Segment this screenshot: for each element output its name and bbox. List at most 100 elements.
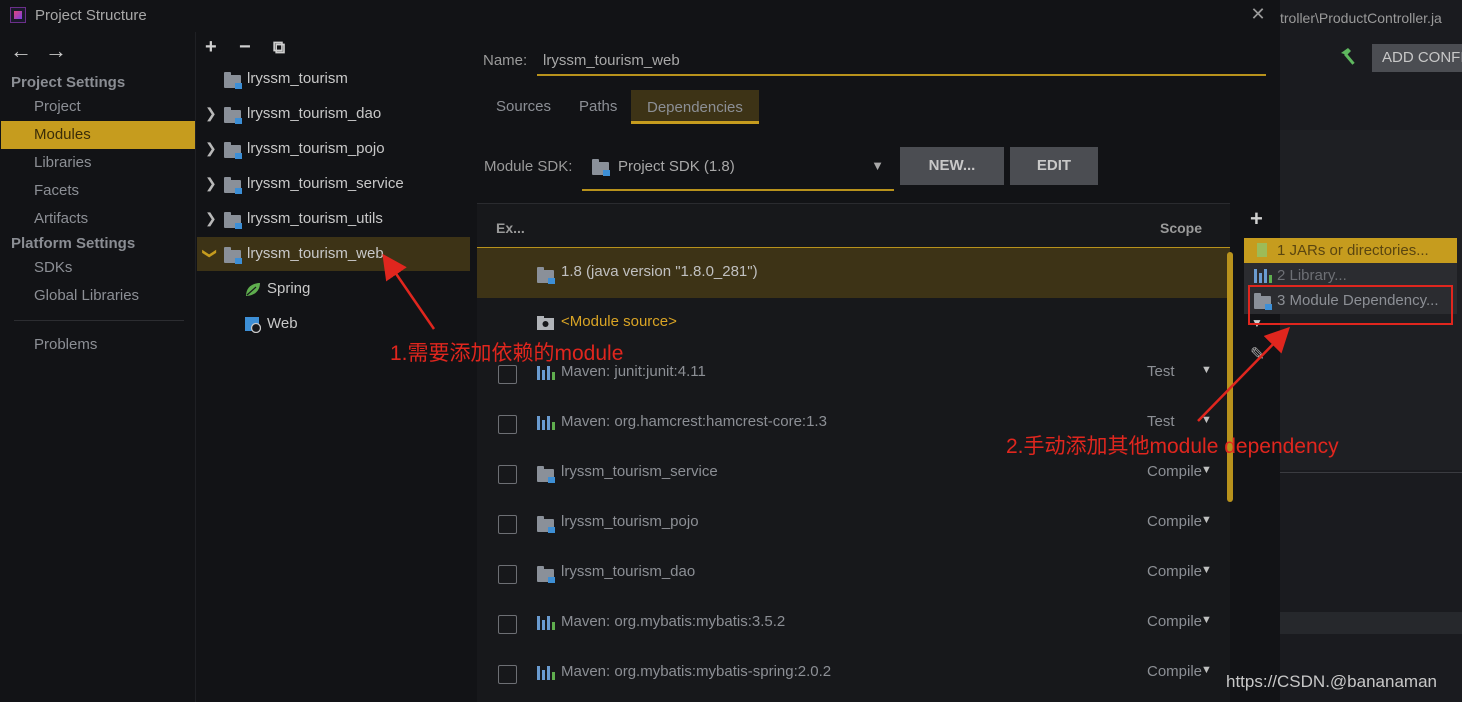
table-row[interactable]: lryssm_tourism_dao Compile ▼ (477, 548, 1230, 598)
export-checkbox[interactable] (498, 515, 517, 534)
tree-item-spring[interactable]: Spring (196, 272, 471, 306)
add-dependency-icon[interactable]: + (1250, 206, 1263, 232)
module-sdk-dropdown[interactable]: Project SDK (1.8) ▼ (582, 146, 894, 191)
tree-item-lryssm-tourism-pojo[interactable]: ❯ lryssm_tourism_pojo (196, 132, 471, 166)
table-row[interactable]: 1.8 (java version "1.8.0_281") (477, 248, 1230, 298)
dependency-label: lryssm_tourism_pojo (561, 513, 699, 530)
tree-item-lryssm-tourism[interactable]: lryssm_tourism (196, 62, 471, 96)
module-folder-icon (224, 212, 242, 229)
table-row[interactable]: lryssm_tourism_pojo Compile ▼ (477, 498, 1230, 548)
library-bars-icon (537, 366, 555, 380)
platform-settings-heading: Platform Settings (11, 235, 136, 252)
nav-item-sdks[interactable]: SDKs (34, 259, 72, 276)
scope-value[interactable]: Test (1147, 363, 1175, 380)
chevron-right-icon[interactable]: ❯ (205, 210, 217, 227)
module-folder-icon (224, 107, 242, 124)
copy-module-icon[interactable]: ⧉ (273, 38, 285, 58)
nav-item-modules[interactable]: Modules (1, 121, 195, 149)
edit-dependency-icon[interactable]: ✎ (1250, 344, 1265, 365)
nav-item-artifacts[interactable]: Artifacts (34, 210, 88, 227)
sdk-value: Project SDK (1.8) (618, 158, 735, 175)
module-name-value: lryssm_tourism_web (543, 52, 680, 69)
scope-value[interactable]: Compile (1147, 663, 1202, 680)
nav-item-libraries[interactable]: Libraries (34, 154, 92, 171)
column-header-export[interactable]: Ex... (496, 220, 525, 236)
scope-value[interactable]: Compile (1147, 513, 1202, 530)
watermark: https://CSDN.@bananaman (1226, 672, 1437, 691)
export-checkbox[interactable] (498, 615, 517, 634)
scope-dropdown-icon[interactable]: ▼ (1201, 464, 1212, 476)
dependency-label: Maven: org.mybatis:mybatis-spring:2.0.2 (561, 663, 832, 680)
tree-item-lryssm-tourism-web[interactable]: ❯ lryssm_tourism_web (196, 237, 471, 271)
scope-dropdown-icon[interactable]: ▼ (1201, 664, 1212, 676)
column-header-scope[interactable]: Scope (1160, 220, 1202, 236)
back-arrow-icon[interactable]: ← (10, 38, 32, 64)
close-icon[interactable]: ✕ (1248, 4, 1268, 25)
project-structure-dialog: Project Structure ✕ ← → Project Settings… (0, 0, 1280, 702)
table-row[interactable]: Maven: org.mybatis:mybatis:3.5.2 Compile… (477, 598, 1230, 648)
tree-item-lryssm-tourism-service[interactable]: ❯ lryssm_tourism_service (196, 167, 471, 201)
tree-item-label: Spring (267, 280, 311, 297)
chevron-down-icon[interactable]: ❯ (201, 248, 218, 260)
scope-value[interactable]: Compile (1147, 563, 1202, 580)
library-bars-icon (537, 666, 555, 680)
sdk-folder-icon (592, 159, 610, 176)
chevron-right-icon[interactable]: ❯ (205, 140, 217, 157)
nav-divider (14, 320, 184, 321)
chevron-right-icon[interactable]: ❯ (205, 175, 217, 192)
tab-sources[interactable]: Sources (496, 98, 551, 115)
scope-value[interactable]: Compile (1147, 613, 1202, 630)
tree-item-label: lryssm_tourism (247, 70, 348, 87)
table-scrollbar[interactable] (1227, 252, 1233, 502)
editor-file-path: troller\ProductController.ja (1280, 10, 1442, 26)
tree-item-web[interactable]: Web (196, 307, 471, 341)
export-checkbox[interactable] (498, 415, 517, 434)
tree-item-label: Web (267, 315, 298, 332)
dependency-label: 1.8 (java version "1.8.0_281") (561, 263, 758, 280)
nav-item-problems[interactable]: Problems (34, 336, 97, 353)
export-checkbox[interactable] (498, 465, 517, 484)
export-checkbox[interactable] (498, 565, 517, 584)
add-configuration-button[interactable]: ADD CONFI (1372, 44, 1462, 72)
tree-item-label: lryssm_tourism_pojo (247, 140, 385, 157)
table-row[interactable]: Maven: org.mybatis:mybatis-spring:2.0.2 … (477, 648, 1230, 698)
tree-item-lryssm-tourism-utils[interactable]: ❯ lryssm_tourism_utils (196, 202, 471, 236)
build-hammer-icon[interactable] (1338, 46, 1360, 68)
scope-dropdown-icon[interactable]: ▼ (1201, 414, 1212, 426)
nav-item-facets[interactable]: Facets (34, 182, 79, 199)
dependency-label: lryssm_tourism_service (561, 463, 718, 480)
remove-module-icon[interactable]: − (239, 36, 251, 59)
nav-item-project[interactable]: Project (34, 98, 81, 115)
scope-dropdown-icon[interactable]: ▼ (1201, 364, 1212, 376)
edit-sdk-button[interactable]: EDIT (1010, 147, 1098, 185)
scope-dropdown-icon[interactable]: ▼ (1201, 564, 1212, 576)
background-ide-window: troller\ProductController.ja ADD CONFI (1280, 0, 1462, 702)
tree-item-label: lryssm_tourism_service (247, 175, 404, 192)
module-sdk-label: Module SDK: (484, 158, 573, 175)
web-facet-icon (245, 317, 262, 338)
module-name-field[interactable]: lryssm_tourism_web (537, 46, 1266, 76)
new-sdk-button[interactable]: NEW... (900, 147, 1004, 185)
scope-dropdown-icon[interactable]: ▼ (1201, 514, 1212, 526)
menu-item-jars[interactable]: 1 JARs or directories... (1244, 238, 1457, 263)
tab-dependencies[interactable]: Dependencies (631, 90, 759, 124)
annotation-note-2: 2.手动添加其他module dependency (1006, 435, 1339, 458)
tree-item-label: lryssm_tourism_utils (247, 210, 383, 227)
scope-value[interactable]: Test (1147, 413, 1175, 430)
tree-item-lryssm-tourism-dao[interactable]: ❯ lryssm_tourism_dao (196, 97, 471, 131)
export-checkbox[interactable] (498, 365, 517, 384)
scope-value[interactable]: Compile (1147, 463, 1202, 480)
forward-arrow-icon[interactable]: → (45, 38, 67, 64)
export-checkbox[interactable] (498, 665, 517, 684)
tab-paths[interactable]: Paths (579, 98, 617, 115)
chevron-right-icon[interactable]: ❯ (205, 105, 217, 122)
intellij-logo-icon (10, 7, 26, 23)
library-bars-icon (537, 616, 555, 630)
scope-dropdown-icon[interactable]: ▼ (1201, 614, 1212, 626)
module-tree: + − ⧉ lryssm_tourism ❯ lryssm_tourism_da… (195, 32, 470, 702)
module-source-icon (537, 316, 554, 335)
annotation-highlight-box (1248, 285, 1453, 325)
nav-item-global-libraries[interactable]: Global Libraries (34, 287, 139, 304)
add-module-icon[interactable]: + (205, 36, 217, 59)
menu-item-label: 1 JARs or directories... (1277, 242, 1429, 259)
